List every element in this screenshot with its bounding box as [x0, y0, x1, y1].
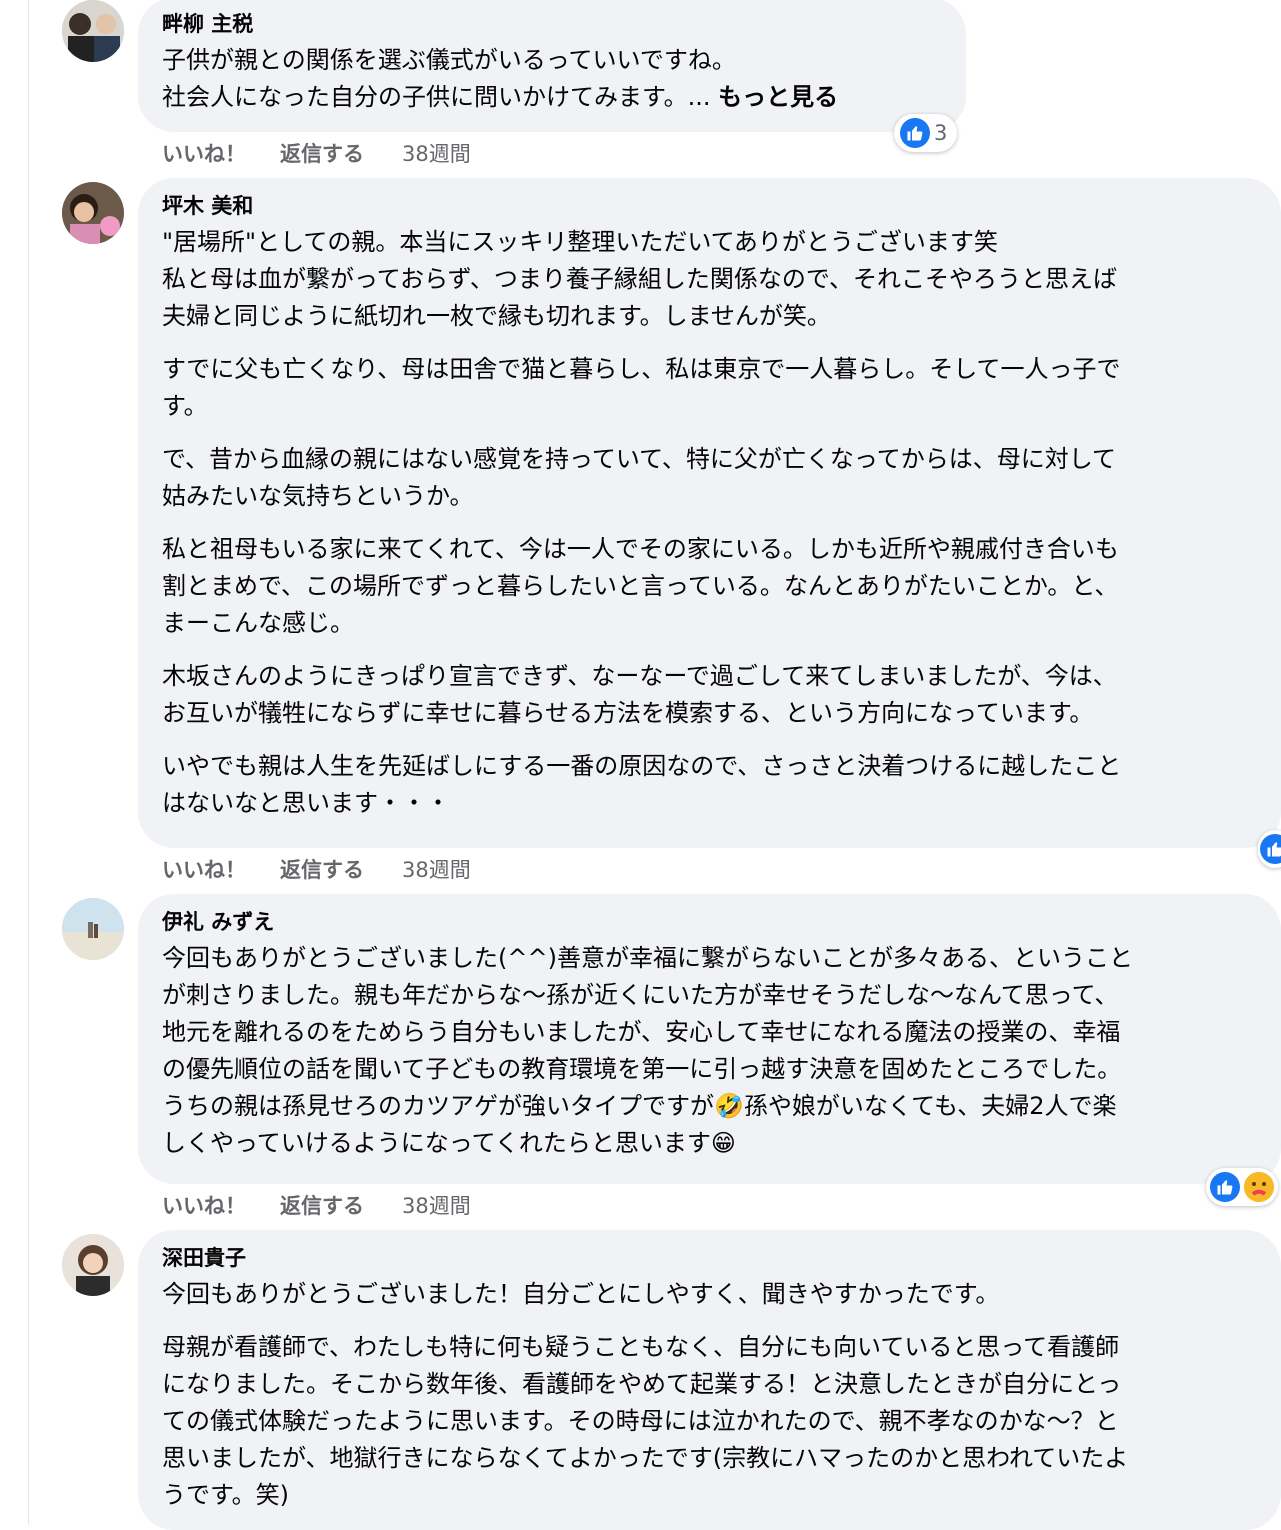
comment-author[interactable]: 坪木 美和	[162, 192, 1281, 220]
comment-text: 子供が親との関係を選ぶ儀式がいるっていいですね。	[162, 46, 736, 74]
comment-text: 夫婦と同じように紙切れ一枚で縁も切れます。しませんが笑。	[162, 302, 831, 330]
comment-author[interactable]: 畔柳 主税	[162, 10, 966, 38]
comment-text: 思いましたが、地獄行きにならなくてよかったです(宗教にハマったのかと思われていた…	[162, 1444, 1129, 1472]
thread-line	[28, 0, 29, 1525]
like-button[interactable]: いいね！	[162, 138, 280, 168]
comment-bubble: 畔柳 主税 子供が親との関係を選ぶ儀式がいるっていいですね。 社会人になった自分…	[138, 0, 966, 132]
comment-text: うちの親は孫見せろのカツアゲが強いタイプですが🤣孫や娘がいなくても、夫婦2人で楽	[162, 1088, 1281, 1125]
comment-text: で、昔から血縁の親にはない感覚を持っていて、特に父が亡くなってからは、母に対して	[162, 445, 1116, 473]
reaction-summary[interactable]	[1206, 1168, 1278, 1206]
like-icon	[900, 118, 930, 148]
comment-text: 社会人になった自分の子供に問いかけてみます。... もっと見る	[162, 79, 966, 116]
comment-bubble: 深田貴子 今回もありがとうございました！自分ごとにしやすく、聞きやすかったです。…	[138, 1230, 1281, 1530]
reply-button[interactable]: 返信する	[280, 854, 402, 884]
comment-actions: いいね！ 返信する 38週間	[162, 138, 471, 168]
avatar[interactable]	[62, 898, 124, 960]
avatar[interactable]	[62, 1234, 124, 1296]
comment-text: になりました。そこから数年後、看護師をやめて起業する！と決意したときが自分にとっ	[162, 1370, 1122, 1398]
comment-text: 今回もありがとうございました！自分ごとにしやすく、聞きやすかったです。	[162, 1280, 1000, 1308]
reaction-count: 3	[934, 121, 948, 145]
comment-author[interactable]: 深田貴子	[162, 1244, 1281, 1272]
comment-author[interactable]: 伊礼 みずえ	[162, 908, 1281, 936]
like-icon	[1260, 834, 1281, 864]
comment-text: 姑みたいな気持ちというか。	[162, 482, 474, 510]
comment-text: す。	[162, 392, 208, 420]
comment-bubble: 伊礼 みずえ 今回もありがとうございました(^^)善意が幸福に繋がらないことが多…	[138, 894, 1281, 1184]
comment-actions: いいね！ 返信する 38週間	[162, 854, 471, 884]
comment-text: うです。笑)	[162, 1481, 289, 1509]
comment-text: 木坂さんのようにきっぱり宣言できず、なーなーで過ごして来てしまいましたが、今は、	[162, 662, 1117, 690]
comment-text: まーこんな感じ。	[162, 609, 354, 637]
comment-text: 母親が看護師で、わたしも特に何も疑うこともなく、自分にも向いていると思って看護師	[162, 1333, 1120, 1361]
comment-timestamp[interactable]: 38週間	[402, 1190, 471, 1220]
grin-emoji-icon: 😁	[710, 1129, 736, 1157]
comment-text: お互いが犠牲にならずに幸せに暮らせる方法を模索する、という方向になっています。	[162, 699, 1094, 727]
comment-actions: いいね！ 返信する 38週間	[162, 1190, 471, 1220]
comment-timestamp[interactable]: 38週間	[402, 854, 471, 884]
like-button[interactable]: いいね！	[162, 1190, 280, 1220]
comment-text: しくやっていけるようになってくれたらと思います😁	[162, 1125, 1281, 1162]
comment-text-line: 孫や娘がいなくても、夫婦2人で楽	[743, 1092, 1117, 1120]
comment-text-line: 社会人になった自分の子供に問いかけてみます。...	[162, 83, 711, 111]
reply-button[interactable]: 返信する	[280, 138, 402, 168]
comment-text: すでに父も亡くなり、母は田舎で猫と暮らし、私は東京で一人暮らし。そして一人っ子で	[162, 355, 1121, 383]
avatar[interactable]	[62, 0, 124, 62]
comment-text-line: うちの親は孫見せろのカツアゲが強いタイプですが	[162, 1092, 714, 1120]
comment-text: "居場所"としての親。本当にスッキリ整理いただいてありがとうございます笑	[162, 228, 998, 256]
comment-text: 地元を離れるのをためらう自分もいましたが、安心して幸せになれる魔法の授業の、幸福	[162, 1018, 1121, 1046]
comment-text: いやでも親は人生を先延ばしにする一番の原因なので、さっさと決着つけるに越したこと	[162, 752, 1122, 780]
like-icon	[1210, 1172, 1240, 1202]
comment-text: 私と祖母もいる家に来てくれて、今は一人でその家にいる。しかも近所や親戚付き合いも	[162, 535, 1119, 563]
avatar[interactable]	[62, 182, 124, 244]
comment-text: 今回もありがとうございました(^^)善意が幸福に繋がらないことが多々ある、という…	[162, 944, 1133, 972]
comment-text: 割とまめで、この場所でずっと暮らしたいと言っている。なんとありがたいことか。と、	[162, 572, 1119, 600]
comment-text: ての儀式体験だったように思います。その時母には泣かれたので、親不孝なのかな〜？と	[162, 1407, 1119, 1435]
comment-bubble: 坪木 美和 "居場所"としての親。本当にスッキリ整理いただいてありがとうございま…	[138, 178, 1281, 848]
comment-text: はないなと思います・・・	[162, 789, 450, 817]
like-button[interactable]: いいね！	[162, 854, 280, 884]
reaction-summary[interactable]: 3	[894, 114, 958, 152]
comment-text: が刺さりました。親も年だからな〜孫が近くにいた方が幸せそうだしな〜なんて思って、	[162, 981, 1119, 1009]
comment-text: の優先順位の話を聞いて子どもの教育環境を第一に引っ越す決意を固めたところでした。	[162, 1055, 1122, 1083]
comment-text-line: しくやっていけるようになってくれたらと思います	[162, 1129, 711, 1157]
see-more-link[interactable]: もっと見る	[718, 83, 838, 111]
comment-text: 私と母は血が繋がっておらず、つまり養子縁組した関係なので、それこそやろうと思えば	[162, 265, 1117, 293]
rofl-emoji-icon: 🤣	[714, 1092, 744, 1120]
reply-button[interactable]: 返信する	[280, 1190, 402, 1220]
care-icon	[1244, 1172, 1274, 1202]
comment-timestamp[interactable]: 38週間	[402, 138, 471, 168]
reaction-summary[interactable]	[1258, 830, 1281, 868]
